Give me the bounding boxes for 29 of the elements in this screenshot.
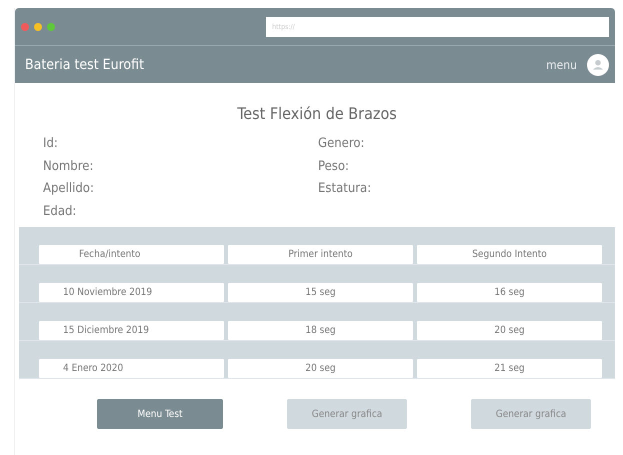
field-label: Nombre:: [43, 158, 94, 176]
table-cell: 21 seg: [417, 359, 602, 378]
table-cell: 20 seg: [417, 321, 602, 340]
field-label: Genero:: [318, 135, 366, 153]
menu-link[interactable]: menu: [546, 58, 577, 72]
column-header: Segundo Intento: [417, 245, 602, 264]
field-label: Edad:: [43, 202, 78, 220]
column-header: Fecha/intento: [39, 245, 224, 264]
table-cell: 16 seg: [417, 283, 602, 302]
column-header: Primer intento: [228, 245, 413, 264]
field-label: Peso:: [318, 158, 350, 176]
action-button[interactable]: Generar grafica: [471, 399, 591, 429]
table-cell: 15 Diciembre 2019: [39, 321, 224, 340]
field-label: Id:: [43, 135, 59, 153]
table-cell: 4 Enero 2020: [39, 359, 224, 378]
action-button[interactable]: Generar grafica: [287, 399, 407, 429]
maximize-dot[interactable]: [47, 22, 55, 30]
table-cell: 10 Noviembre 2019: [39, 283, 224, 302]
minimize-dot[interactable]: [34, 22, 42, 30]
close-dot[interactable]: [21, 22, 29, 30]
page-title: Test Flexión de Brazos: [236, 104, 398, 123]
table-cell: 15 seg: [228, 283, 413, 302]
field-label: Apellido:: [43, 180, 95, 198]
app-title: Bateria test Eurofit: [25, 56, 144, 72]
field-label: Estatura:: [318, 180, 372, 198]
table-cell: 18 seg: [228, 321, 413, 340]
action-button[interactable]: Menu Test: [97, 399, 223, 429]
table-cell: 20 seg: [228, 359, 413, 378]
user-avatar-icon[interactable]: [587, 54, 609, 76]
